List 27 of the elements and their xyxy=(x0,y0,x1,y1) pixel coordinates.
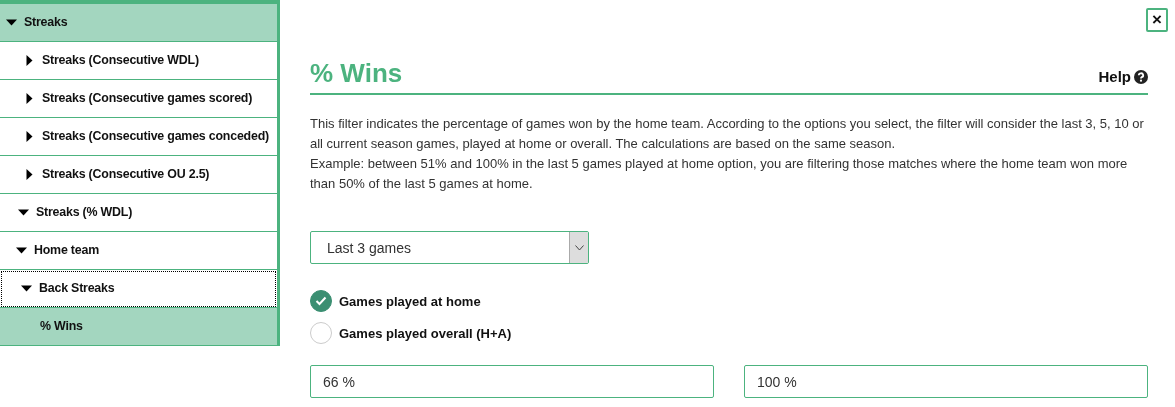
radio-button[interactable] xyxy=(310,290,332,312)
percent-field[interactable]: 100 % xyxy=(744,365,1148,398)
radio-label[interactable]: Games played at home xyxy=(339,293,481,309)
help-link[interactable]: Help xyxy=(1098,68,1148,85)
chevron-down-icon xyxy=(574,244,584,251)
checkmark-icon xyxy=(315,296,327,306)
filter-description: This filter indicates the percentage of games won by the home team. According to the options you select, the filter will consider the last 3, 5, 10 or all current season games, played at home or overall. The calculations are based on the same season. Example: between 51% and 100% in the last 5 games played at home option, you are filtering those matches where the home team won more than 50% of the last 5 games at home. xyxy=(310,115,1145,193)
caret-right-icon xyxy=(24,131,35,143)
radio-button[interactable] xyxy=(310,322,332,344)
tree-item[interactable]: % Wins xyxy=(0,308,277,346)
tree-item[interactable]: Streaks (Consecutive OU 2.5) xyxy=(0,156,277,194)
tree-item[interactable]: Streaks (Consecutive games scored) xyxy=(0,80,277,118)
radio-label[interactable]: Games played overall (H+A) xyxy=(339,325,512,341)
tree-item[interactable]: Home team xyxy=(0,232,277,270)
caret-right-icon xyxy=(24,55,35,67)
tree-item[interactable]: Streaks (Consecutive WDL) xyxy=(0,42,277,80)
close-button[interactable]: × xyxy=(1146,8,1168,32)
period-dropdown[interactable]: Last 3 games xyxy=(310,231,589,264)
tree-item[interactable]: Streaks xyxy=(0,4,277,42)
tree-item[interactable]: Streaks (% WDL) xyxy=(0,194,277,232)
tree-item[interactable]: Streaks (Consecutive games conceded) xyxy=(0,118,277,156)
panel-title: % Wins xyxy=(310,58,403,89)
caret-right-icon xyxy=(24,169,35,181)
tree-item[interactable]: Back Streaks xyxy=(0,270,277,308)
help-icon xyxy=(1134,69,1148,84)
percent-field[interactable]: 66 % xyxy=(310,365,714,398)
caret-right-icon xyxy=(24,93,35,105)
